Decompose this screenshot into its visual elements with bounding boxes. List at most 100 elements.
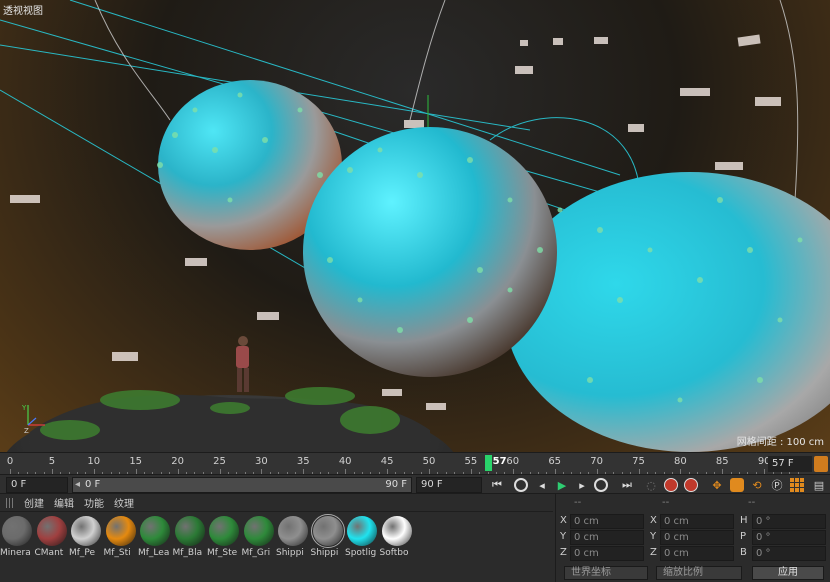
goto-end-button[interactable]: ⏭	[618, 476, 636, 494]
person-figure	[236, 336, 249, 392]
scale-key-icon[interactable]	[728, 476, 746, 494]
material-thumb[interactable]: Softbo	[380, 514, 414, 582]
material-manager: 创建 编辑 功能 纹理 Minera CMant Mf_Pe Mf_Sti Mf_Lea…	[0, 494, 553, 582]
material-thumb[interactable]: Mf_Sti	[104, 514, 138, 582]
playhead-frame-label: 57	[492, 456, 507, 467]
preview-range-slider[interactable]: ◂ 0 F 90 F	[72, 477, 412, 493]
world-coords-dropdown[interactable]: 世界坐标	[564, 566, 648, 580]
material-preview-icon	[2, 516, 32, 546]
end-frame-field[interactable]: 90 F	[416, 477, 482, 493]
material-label: Mf_Bla	[172, 548, 203, 558]
timeline-panel-icon[interactable]: ▤	[810, 476, 828, 494]
move-key-icon[interactable]: ✥	[708, 476, 726, 494]
material-preview-icon	[140, 516, 170, 546]
material-label: Shippi	[310, 548, 339, 558]
play-button[interactable]: ▶	[553, 476, 571, 494]
next-frame-button[interactable]: ▸	[573, 476, 591, 494]
material-thumb[interactable]: Mf_Ste	[207, 514, 241, 582]
rotate-key-icon[interactable]: ⟲	[748, 476, 766, 494]
scale-dropdown[interactable]: 缩放比例	[656, 566, 742, 580]
coord-row-x: X 0 cm X 0 cm H 0 °	[556, 514, 830, 530]
rotation-h-field[interactable]: 0 °	[752, 514, 826, 529]
transport-bar: 0 F ◂ 0 F 90 F 90 F ⏮ ◂ ▶ ▸ ⏭ ◌ ✥ ⟲ Ⓟ ▤	[0, 474, 830, 494]
material-thumb[interactable]: Mf_Gri	[242, 514, 276, 582]
panel-grip-icon[interactable]	[6, 497, 14, 508]
tick-label: 25	[213, 456, 226, 467]
rotation-b-field[interactable]: 0 °	[752, 546, 826, 561]
rotation-p-field[interactable]: 0 °	[752, 530, 826, 545]
start-frame-field[interactable]: 0 F	[6, 477, 68, 493]
coord-row-y: Y 0 cm Y 0 cm P 0 °	[556, 530, 830, 546]
tick-label: 80	[674, 456, 687, 467]
material-thumb[interactable]: Mf_Pe	[69, 514, 103, 582]
range-left-arrow-icon[interactable]: ◂	[75, 479, 80, 490]
motion-record-icon[interactable]: ◌	[642, 476, 660, 494]
prev-frame-button[interactable]: ◂	[533, 476, 551, 494]
material-preview-icon	[243, 516, 274, 546]
grid-spacing-label: 网格间距 : 100 cm	[736, 437, 824, 448]
material-thumb[interactable]: Shippi	[276, 514, 310, 582]
menu-texture[interactable]: 纹理	[114, 495, 134, 510]
material-preview-icon	[174, 516, 205, 546]
timeline-ticks[interactable]: 0 5 10 15 20 25 30 35 40 45 50 55 60 65 70 75 80 85 90 57	[6, 453, 799, 475]
menu-edit[interactable]: 编辑	[54, 495, 74, 510]
coord-label: X	[560, 515, 567, 526]
material-preview-icon	[71, 516, 101, 546]
menu-create[interactable]: 创建	[24, 495, 44, 510]
position-y-field[interactable]: 0 cm	[570, 530, 644, 545]
material-thumb[interactable]: Shippi	[310, 514, 345, 582]
tick-label: 55	[464, 456, 478, 467]
record-active-button[interactable]	[662, 476, 680, 494]
position-z-field[interactable]: 0 cm	[570, 546, 644, 561]
playhead[interactable]	[484, 455, 492, 471]
material-thumb[interactable]: CMant	[35, 514, 69, 582]
coord-label: P	[740, 531, 747, 542]
material-label: Mf_Ste	[207, 548, 238, 558]
sphere-middle	[303, 127, 557, 377]
viewport-title: 透视视图	[3, 6, 43, 17]
size-x-field[interactable]: 0 cm	[660, 514, 734, 529]
svg-text:Y: Y	[21, 404, 27, 412]
tick-label: 75	[632, 456, 645, 467]
size-z-field[interactable]: 0 cm	[660, 546, 734, 561]
material-preview-icon	[36, 516, 67, 546]
param-key-icon[interactable]: Ⓟ	[768, 476, 786, 494]
tick-label: 50	[422, 456, 436, 467]
tick-label: 40	[338, 456, 352, 467]
prev-key-button[interactable]	[512, 476, 530, 494]
material-preview-icon	[347, 516, 377, 546]
coord-label: Z	[650, 547, 657, 558]
pla-key-icon[interactable]	[788, 476, 806, 494]
tick-label: 35	[296, 456, 310, 467]
material-label: Mf_Gri	[241, 548, 271, 558]
goto-start-button[interactable]: ⏮	[488, 476, 506, 494]
material-thumb[interactable]: Mf_Bla	[173, 514, 207, 582]
coord-label: X	[650, 515, 657, 526]
current-frame-field[interactable]: 57 F	[768, 456, 812, 472]
material-preview-icon	[278, 516, 308, 546]
material-thumb[interactable]: Mf_Lea	[138, 514, 172, 582]
material-preview-icon	[310, 514, 345, 548]
position-x-field[interactable]: 0 cm	[570, 514, 644, 529]
tick-label: 10	[87, 456, 101, 467]
next-key-button[interactable]	[592, 476, 610, 494]
material-preview-icon	[209, 516, 239, 546]
tick-label: 65	[548, 456, 562, 467]
size-y-field[interactable]: 0 cm	[660, 530, 734, 545]
material-thumb[interactable]: Minera	[0, 514, 34, 582]
material-label: Minera	[0, 548, 31, 558]
menu-function[interactable]: 功能	[84, 495, 104, 510]
material-label: Spotlig	[345, 548, 377, 558]
range-start-label: 0 F	[85, 479, 101, 490]
coord-label: Z	[560, 547, 567, 558]
apply-button[interactable]: 应用	[752, 566, 824, 580]
coord-label: H	[740, 515, 748, 526]
timeline-menu-icon[interactable]	[814, 456, 828, 472]
timeline-ruler[interactable]: 0 5 10 15 20 25 30 35 40 45 50 55 60 65 70 75 80 85 90 57 5…	[0, 452, 830, 475]
coord-label: Y	[560, 531, 567, 542]
material-preview-icon	[381, 516, 412, 546]
perspective-viewport[interactable]: Y Z 透视视图 网格间距 : 100 cm	[0, 0, 830, 452]
tick-label: 0	[6, 456, 14, 467]
autokey-button[interactable]	[682, 476, 700, 494]
material-thumb[interactable]: Spotlig	[345, 514, 379, 582]
